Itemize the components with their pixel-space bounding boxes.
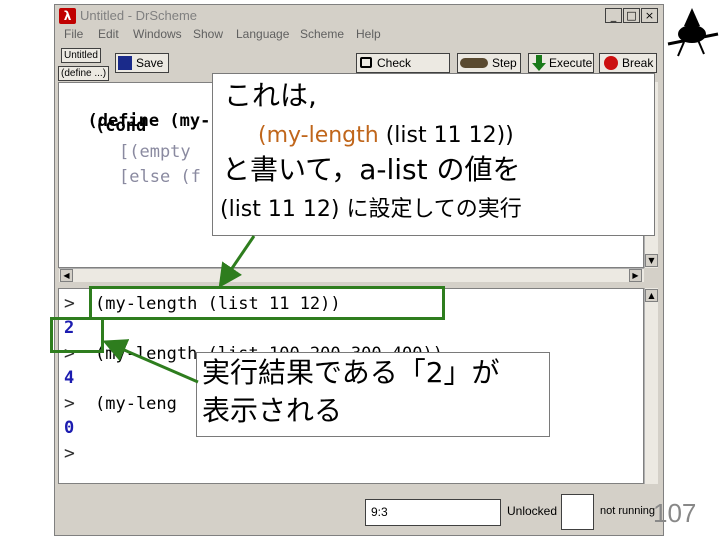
arrow-to-result — [102, 339, 199, 384]
callout-arrows — [102, 235, 256, 384]
arrow-to-expr — [218, 235, 256, 288]
